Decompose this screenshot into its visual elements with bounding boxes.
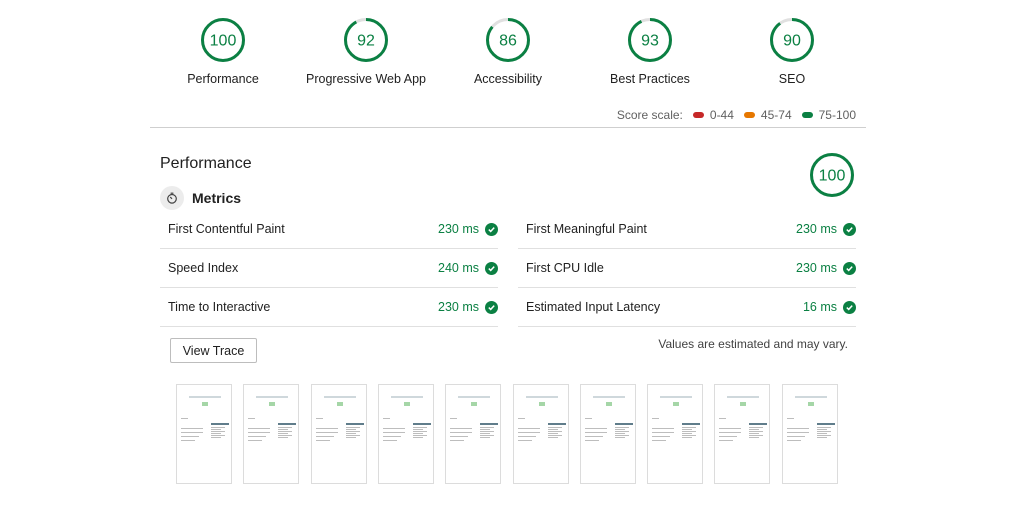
metric-value: 230 ms xyxy=(438,222,479,236)
fail-swatch-icon xyxy=(692,112,704,118)
metric-value: 16 ms xyxy=(802,300,837,314)
metric-first-cpu-idle: First CPU Idle 230 ms xyxy=(518,249,856,288)
metric-name: Speed Index xyxy=(168,261,239,275)
metric-value: 240 ms xyxy=(438,261,479,275)
pass-check-icon xyxy=(485,222,498,236)
metric-first-contentful-paint: First Contentful Paint 230 ms xyxy=(160,210,498,249)
scale-range-text: 75-100 xyxy=(818,108,856,122)
pass-check-icon xyxy=(485,261,498,275)
scale-range-fail: 0-44 xyxy=(692,108,734,122)
gauge-label: Accessibility xyxy=(473,72,543,86)
gauge-ring: 100 xyxy=(201,18,245,62)
gauge-ring: 93 xyxy=(628,18,672,62)
gauge-score: 93 xyxy=(641,33,659,50)
metric-value-wrap: 230 ms xyxy=(796,261,856,275)
metrics-heading: Metrics xyxy=(192,190,242,206)
pass-check-icon xyxy=(843,261,856,275)
gauge-best-practices[interactable]: 93 Best Practices xyxy=(570,16,730,86)
gauge-progressive-web-app[interactable]: 92 Progressive Web App xyxy=(286,16,446,86)
score-scale: Score scale: 0-44 45-74 75-100 xyxy=(617,108,856,122)
scale-range-text: 45-74 xyxy=(760,108,792,122)
filmstrip-frame xyxy=(310,384,367,484)
metric-name: First Contentful Paint xyxy=(168,222,285,236)
metric-name: First Meaningful Paint xyxy=(526,222,647,236)
performance-section-title: Performance xyxy=(160,155,252,172)
metrics-column-right: First Meaningful Paint 230 ms First CPU … xyxy=(518,210,856,327)
gauge-label: SEO xyxy=(778,72,806,86)
gauge-ring: 90 xyxy=(770,18,814,62)
filmstrip-frame xyxy=(445,384,502,484)
average-swatch-icon xyxy=(743,112,755,118)
estimate-note: Values are estimated and may vary. xyxy=(658,337,848,351)
gauge-performance[interactable]: 100 Performance xyxy=(143,16,303,86)
pass-check-icon xyxy=(843,222,856,236)
filmstrip-frame xyxy=(512,384,569,484)
gauge-score: 100 xyxy=(819,168,846,185)
stopwatch-icon xyxy=(160,186,184,210)
metric-value: 230 ms xyxy=(796,222,837,236)
scale-range-average: 45-74 xyxy=(743,108,792,122)
metric-speed-index: Speed Index 240 ms xyxy=(160,249,498,288)
filmstrip-frame xyxy=(781,384,838,484)
gauge-score: 86 xyxy=(499,33,517,50)
metric-estimated-input-latency: Estimated Input Latency 16 ms xyxy=(518,288,856,327)
metric-value-wrap: 230 ms xyxy=(438,222,498,236)
pass-check-icon xyxy=(843,300,856,314)
pass-swatch-icon xyxy=(801,112,813,118)
gauge-ring: 86 xyxy=(486,18,530,62)
gauge-ring: 92 xyxy=(344,18,388,62)
performance-score-gauge: 100 xyxy=(808,151,856,204)
metric-value: 230 ms xyxy=(438,300,479,314)
filmstrip-frame xyxy=(377,384,434,484)
filmstrip-frame xyxy=(647,384,704,484)
gauge-label: Best Practices xyxy=(610,72,690,86)
filmstrip-frame xyxy=(579,384,636,484)
metrics-header: Metrics xyxy=(160,186,241,210)
gauge-accessibility[interactable]: 86 Accessibility xyxy=(428,16,588,86)
gauge-label: Progressive Web App xyxy=(306,72,426,86)
filmstrip-frame xyxy=(176,384,232,484)
gauge-score: 90 xyxy=(783,33,801,50)
metric-name: First CPU Idle xyxy=(526,261,604,275)
metrics-column-left: First Contentful Paint 230 ms Speed Inde… xyxy=(160,210,498,327)
gauge-score: 92 xyxy=(357,33,375,50)
score-scale-label: Score scale: xyxy=(616,108,683,122)
metric-first-meaningful-paint: First Meaningful Paint 230 ms xyxy=(518,210,856,249)
filmstrip-frame xyxy=(243,384,300,484)
gauge-seo[interactable]: 90 SEO xyxy=(712,16,872,86)
metric-time-to-interactive: Time to Interactive 230 ms xyxy=(160,288,498,327)
scale-range-pass: 75-100 xyxy=(801,108,856,122)
metric-name: Estimated Input Latency xyxy=(526,300,661,314)
view-trace-button[interactable]: View Trace xyxy=(170,338,257,363)
filmstrip xyxy=(176,384,846,484)
metric-value: 230 ms xyxy=(796,261,837,275)
gauge-label: Performance xyxy=(187,72,259,86)
scale-range-text: 0-44 xyxy=(709,108,734,122)
metric-value-wrap: 230 ms xyxy=(438,300,498,314)
metric-name: Time to Interactive xyxy=(168,300,271,314)
metric-value-wrap: 16 ms xyxy=(803,300,856,314)
category-gauges: 100 Performance 92 Progressive Web App 8… xyxy=(150,16,866,96)
section-divider xyxy=(150,127,866,128)
metric-value-wrap: 230 ms xyxy=(796,222,856,236)
gauge-ring: 100 xyxy=(810,153,854,197)
metric-value-wrap: 240 ms xyxy=(438,261,498,275)
gauge-score: 100 xyxy=(210,33,237,50)
pass-check-icon xyxy=(485,300,498,314)
filmstrip-frame xyxy=(714,384,771,484)
